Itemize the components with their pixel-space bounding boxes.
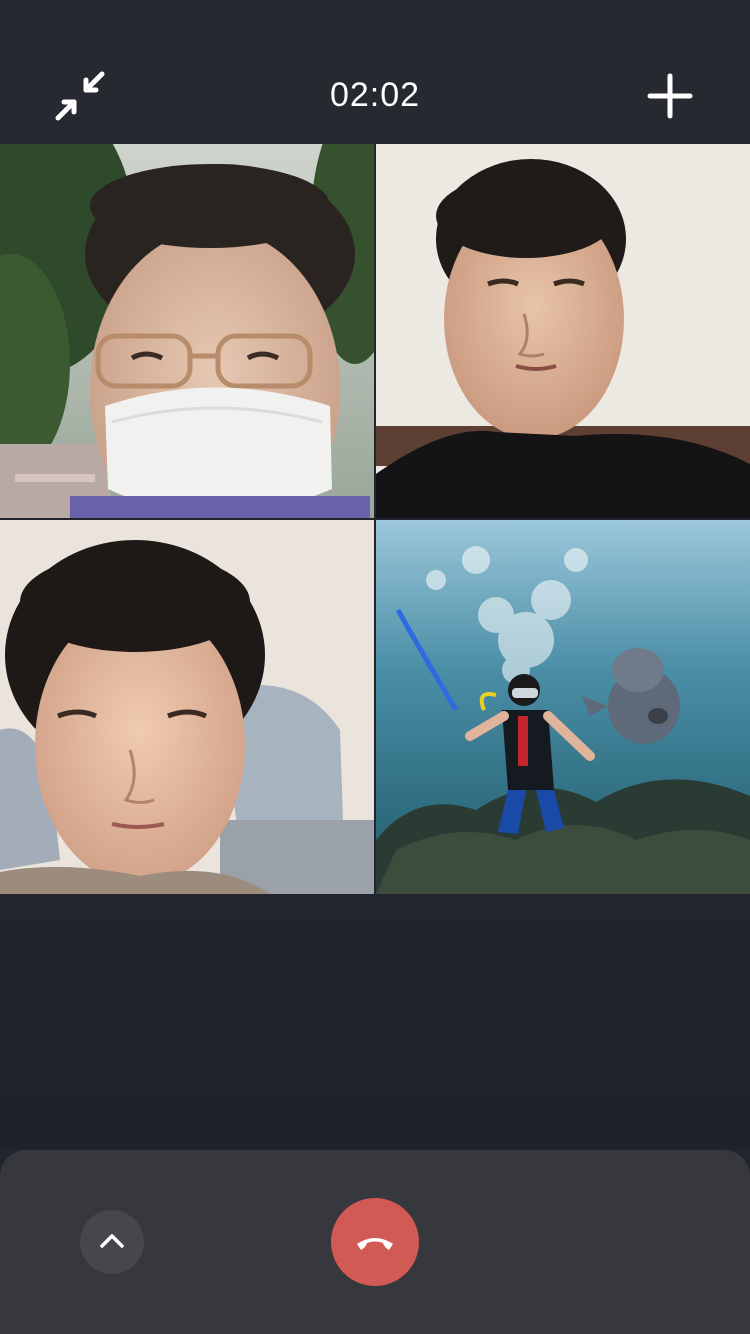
call-controls-panel [0,1150,750,1334]
call-timer: 02:02 [329,76,421,114]
hangup-button[interactable] [331,1198,419,1286]
participant-3-video-frame [0,520,374,894]
expand-controls-button[interactable] [80,1210,144,1274]
call-header: 02:02 [0,0,750,144]
phone-hangup-icon [357,1238,393,1250]
add-participant-button[interactable] [640,66,700,126]
participant-2-video-frame [376,144,750,518]
plus-icon [647,73,693,119]
chevron-up-icon [100,1234,124,1248]
participant-4-video-frame [376,520,750,894]
participant-video-4[interactable] [376,520,750,894]
participant-1-video-frame [0,144,374,518]
video-grid [0,144,750,894]
participant-video-1[interactable] [0,144,374,518]
empty-call-area [0,894,750,1150]
participant-video-3[interactable] [0,520,374,894]
participant-video-2[interactable] [376,144,750,518]
